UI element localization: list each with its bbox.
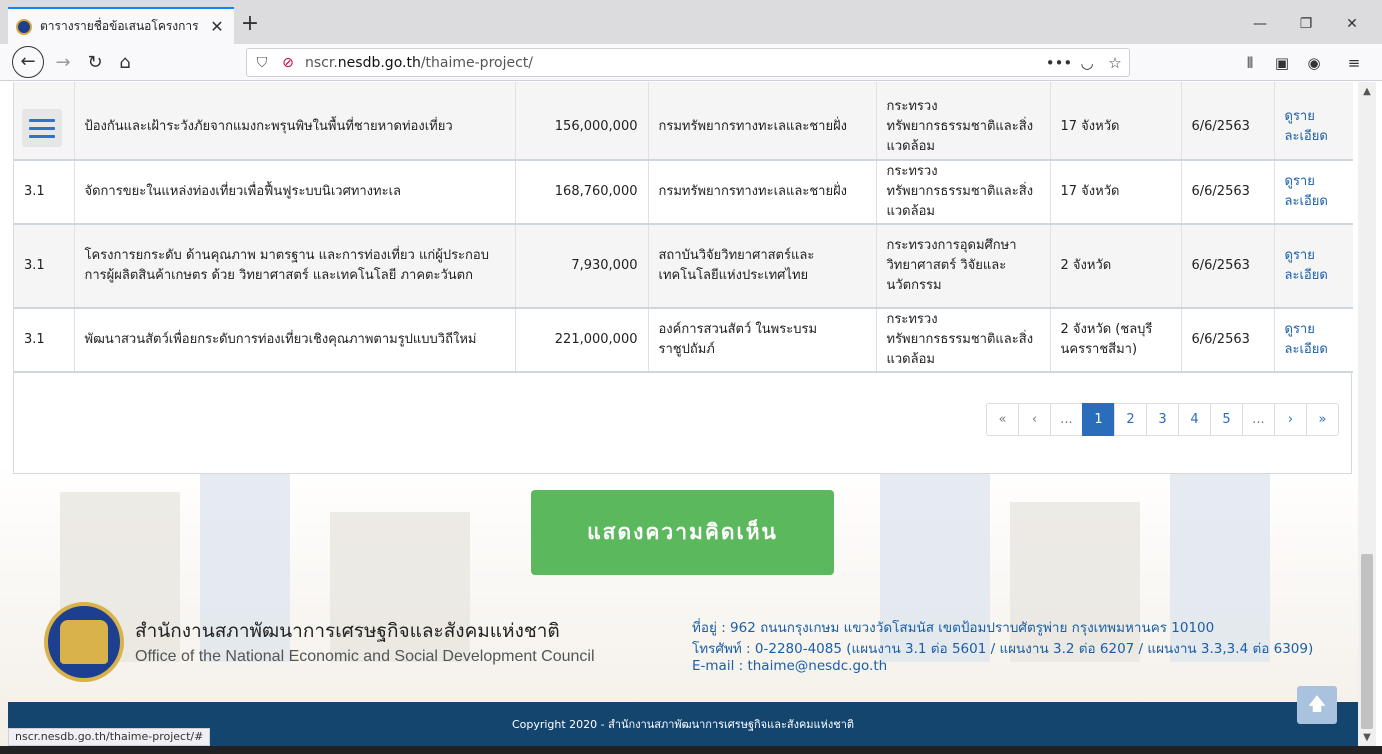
project-name: จัดการขยะในแหล่งท่องเที่ยวเพื่อฟื้นฟูระบ… [74, 160, 516, 225]
detail-link[interactable]: ดูรายละเอียด [1274, 160, 1353, 225]
browser-tab-active[interactable]: ตารางรายชื่อข้อเสนอโครงการ – N ✕ [8, 7, 234, 44]
page-prev[interactable]: ‹ [1018, 403, 1051, 436]
scroll-to-top-icon[interactable]: 🡅 [1297, 686, 1337, 724]
area: 2 จังหวัด [1050, 224, 1182, 309]
library-icon[interactable]: ⫴ [1236, 48, 1264, 78]
insecure-lock-icon[interactable]: ⊘ [277, 55, 299, 71]
page-actions-icon[interactable]: ••• [1045, 54, 1073, 72]
minimize-icon[interactable]: — [1237, 10, 1283, 38]
project-name: พัฒนาสวนสัตว์เพื่อยกระดับการท่องเที่ยวเช… [74, 308, 516, 373]
area: 17 จังหวัด [1050, 94, 1182, 161]
copyright-text: Copyright 2020 - สำนักงานสภาพัฒนาการเศรษ… [511, 718, 855, 731]
forward-arrow-icon[interactable]: → [48, 48, 78, 78]
vertical-scrollbar[interactable]: ▲ ▼ [1358, 82, 1376, 746]
org-address: ที่อยู่ : 962 ถนนกรุงเกษม แขวงวัดโสมนัส … [692, 620, 1215, 636]
site-favicon-icon [16, 18, 32, 35]
url-text[interactable]: nscr.nesdb.go.th/thaime-project/ [299, 55, 1045, 71]
status-bar-url: nscr.nesdb.go.th/thaime-project/# [8, 728, 211, 746]
back-arrow-icon[interactable]: ← [12, 46, 44, 78]
page-first[interactable]: « [986, 403, 1019, 436]
budget: 7,930,000 [515, 224, 649, 309]
table-row: 3.1 พัฒนาสวนสัตว์เพื่อยกระดับการท่องเที่… [14, 308, 1353, 373]
page-3[interactable]: 3 [1146, 403, 1179, 436]
comment-button[interactable]: แสดงความคิดเห็น [531, 490, 834, 575]
ministry: กระทรวงทรัพยากรธรรมชาติและสิ่งแวดล้อม [876, 308, 1051, 373]
table-row: ป้องกันและเฝ้าระวังภัยจากแมงกะพรุนพิษในพ… [14, 94, 1353, 161]
detail-link[interactable]: ดูรายละเอียด [1274, 94, 1353, 161]
budget: 221,000,000 [515, 308, 649, 373]
detail-link[interactable]: ดูรายละเอียด [1274, 224, 1353, 309]
ministry: กระทรวงทรัพยากรธรรมชาติและสิ่งแวดล้อม [876, 160, 1051, 225]
tracking-shield-icon[interactable]: ⛉ [247, 55, 277, 71]
bookmark-star-icon[interactable]: ☆ [1101, 54, 1129, 72]
restore-icon[interactable]: ❐ [1283, 10, 1329, 38]
area: 17 จังหวัด [1050, 160, 1182, 225]
project-name: โครงการยกระดับ ด้านคุณภาพ มาตรฐาน และการ… [74, 224, 516, 309]
agency: กรมทรัพยากรทางทะเลและชายฝั่ง [648, 94, 877, 161]
page-next[interactable]: › [1274, 403, 1307, 436]
hamburger-menu-icon[interactable] [22, 109, 62, 147]
page-last[interactable]: » [1306, 403, 1339, 436]
new-tab-button[interactable]: + [238, 10, 262, 38]
scroll-up-icon[interactable]: ▲ [1358, 84, 1376, 100]
address-bar[interactable]: ⛉ ⊘ nscr.nesdb.go.th/thaime-project/ •••… [246, 48, 1130, 77]
org-name-thai: สำนักงานสภาพัฒนาการเศรษฐกิจและสังคมแห่งช… [135, 620, 560, 642]
table-row: 3.1 โครงการยกระดับ ด้านคุณภาพ มาตรฐาน แล… [14, 224, 1353, 309]
row-code [14, 94, 75, 161]
tab-bar: ตารางรายชื่อข้อเสนอโครงการ – N ✕ + — ❐ ✕ [0, 0, 1382, 44]
page-viewport: ป้องกันและเฝ้าระวังภัยจากแมงกะพรุนพิษในพ… [0, 82, 1358, 754]
os-taskbar [0, 746, 1382, 754]
page-4[interactable]: 4 [1178, 403, 1211, 436]
page-ellipsis: ... [1242, 403, 1275, 436]
ministry: กระทรวงทรัพยากรธรรมชาติและสิ่งแวดล้อม [876, 94, 1051, 161]
row-code: 3.1 [14, 224, 75, 309]
agency: องค์การสวนสัตว์ ในพระบรมราชูปถัมภ์ [648, 308, 877, 373]
row-code: 3.1 [14, 308, 75, 373]
budget: 168,760,000 [515, 160, 649, 225]
home-icon[interactable]: ⌂ [110, 48, 140, 78]
tab-title: ตารางรายชื่อข้อเสนอโครงการ – N [40, 19, 200, 33]
pocket-icon[interactable]: ◡ [1073, 54, 1101, 72]
projects-table: ป้องกันและเฝ้าระวังภัยจากแมงกะพรุนพิษในพ… [14, 82, 1353, 373]
projects-table-panel: ป้องกันและเฝ้าระวังภัยจากแมงกะพรุนพิษในพ… [13, 82, 1353, 474]
navigation-toolbar: ← → ↻ ⌂ ⛉ ⊘ nscr.nesdb.go.th/thaime-proj… [0, 44, 1382, 81]
page-5[interactable]: 5 [1210, 403, 1243, 436]
tab-close-icon[interactable]: ✕ [208, 17, 226, 36]
scroll-down-icon[interactable]: ▼ [1358, 730, 1376, 746]
date: 6/6/2563 [1181, 160, 1275, 225]
sidebar-icon[interactable]: ▣ [1268, 48, 1296, 78]
detail-link[interactable]: ดูรายละเอียด [1274, 308, 1353, 373]
menu-icon[interactable]: ≡ [1340, 48, 1368, 78]
account-icon[interactable]: ◉ [1300, 48, 1328, 78]
project-name: ป้องกันและเฝ้าระวังภัยจากแมงกะพรุนพิษในพ… [74, 94, 516, 161]
ministry: กระทรวงการอุดมศึกษา วิทยาศาสตร์ วิจัยและ… [876, 224, 1051, 309]
budget: 156,000,000 [515, 94, 649, 161]
area: 2 จังหวัด (ชลบุรี นครราชสีมา) [1050, 308, 1182, 373]
page-ellipsis: ... [1050, 403, 1083, 436]
agency: สถาบันวิจัยวิทยาศาสตร์และเทคโนโลยีแห่งปร… [648, 224, 877, 309]
nesdc-logo [44, 602, 124, 682]
row-code: 3.1 [14, 160, 75, 225]
table-row: 3.1 จัดการขยะในแหล่งท่องเที่ยวเพื่อฟื้นฟ… [14, 160, 1353, 225]
date: 6/6/2563 [1181, 224, 1275, 309]
window-close-icon[interactable]: ✕ [1329, 10, 1375, 38]
reload-icon[interactable]: ↻ [80, 48, 110, 78]
date: 6/6/2563 [1181, 94, 1275, 161]
date: 6/6/2563 [1181, 308, 1275, 373]
page-2[interactable]: 2 [1114, 403, 1147, 436]
pagination: « ‹ ... 1 2 3 4 5 ... › » [986, 403, 1339, 436]
agency: กรมทรัพยากรทางทะเลและชายฝั่ง [648, 160, 877, 225]
org-email[interactable]: E-mail : thaime@nesdc.go.th [692, 658, 887, 674]
org-name-english: Office of the National Economic and Soci… [135, 648, 595, 665]
scrollbar-thumb[interactable] [1361, 554, 1373, 729]
org-phone: โทรศัพท์ : 0-2280-4085 (แผนงาน 3.1 ต่อ 5… [692, 641, 1314, 657]
page-1[interactable]: 1 [1082, 403, 1115, 436]
